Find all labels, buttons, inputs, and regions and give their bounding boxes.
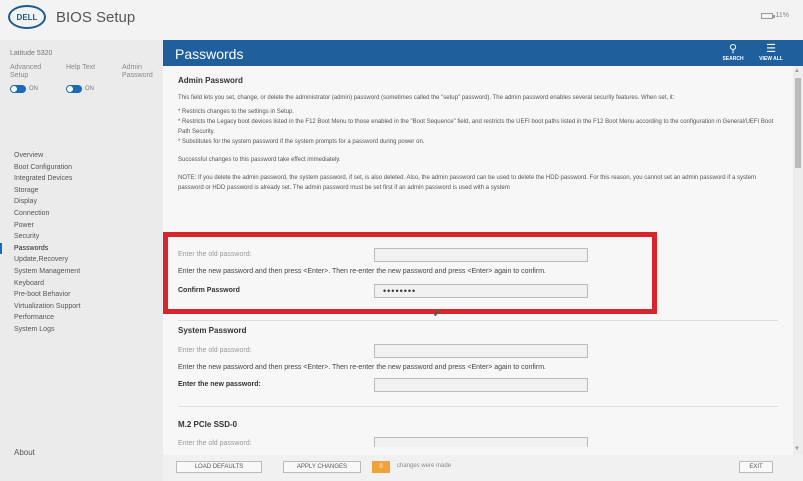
system-instruction: Enter the new password and then press <E… bbox=[178, 364, 546, 371]
sidebar-item-passwords[interactable]: Passwords bbox=[0, 242, 163, 255]
system-new-password-row: Enter the new password: bbox=[178, 378, 738, 392]
section-divider bbox=[178, 406, 778, 407]
sidebar-item-security[interactable]: Security bbox=[0, 231, 163, 243]
toggle-help-text: Help Text ON bbox=[66, 64, 108, 93]
switch-track bbox=[66, 85, 82, 93]
admin-instruction: Enter the new password and then press <E… bbox=[178, 268, 546, 275]
top-bar: DELL BIOS Setup 11% bbox=[0, 0, 803, 40]
system-old-password-input[interactable] bbox=[374, 344, 588, 358]
switch-state: ON bbox=[29, 86, 38, 92]
sidebar-item-power[interactable]: Power bbox=[0, 220, 163, 232]
toggle-label: Help Text bbox=[66, 64, 96, 71]
admin-success-text: Successful changes to this password take… bbox=[178, 157, 341, 163]
system-new-password-input[interactable] bbox=[374, 378, 588, 392]
sidebar-toggles: Advanced Setup ON Help Text ON Admin Pas… bbox=[10, 64, 164, 93]
advanced-setup-switch[interactable]: ON bbox=[10, 85, 52, 93]
switch-track bbox=[10, 85, 26, 93]
sidebar-item-storage[interactable]: Storage bbox=[0, 185, 163, 197]
toggle-label: Advanced Setup bbox=[10, 64, 42, 79]
sidebar-item-virtualization-support[interactable]: Virtualization Support bbox=[0, 301, 163, 313]
about-link[interactable]: About bbox=[14, 448, 35, 457]
admin-confirm-password-row: Confirm Password •••••••• bbox=[178, 284, 738, 298]
changes-count-badge: 0 bbox=[372, 461, 390, 473]
scroll-up-icon[interactable]: ▲ bbox=[794, 68, 800, 74]
model-name: Latitude 5320 bbox=[10, 50, 53, 57]
admin-password-title: Admin Password bbox=[178, 76, 243, 85]
system-new-password-label: Enter the new password: bbox=[178, 381, 261, 388]
battery-status: 11% bbox=[760, 12, 790, 19]
toggle-advanced-setup: Advanced Setup ON bbox=[10, 64, 52, 93]
admin-bullet: * Substitutes for the system password if… bbox=[178, 139, 425, 145]
view-all-button[interactable]: ☰ VIEW ALL bbox=[755, 40, 787, 66]
section-divider bbox=[178, 320, 778, 321]
load-defaults-button[interactable]: LOAD DEFAULTS bbox=[176, 461, 262, 473]
admin-password-section: Admin Password This field lets you set, … bbox=[178, 76, 778, 193]
mouse-cursor-icon: ⬈ bbox=[433, 308, 441, 318]
help-text-switch[interactable]: ON bbox=[66, 85, 108, 93]
sidebar-item-integrated-devices[interactable]: Integrated Devices bbox=[0, 173, 163, 185]
page-header: Passwords ⚲ SEARCH ☰ VIEW ALL bbox=[163, 40, 803, 66]
sidebar-item-keyboard[interactable]: Keyboard bbox=[0, 278, 163, 290]
ssd-old-password-label: Enter the old password: bbox=[178, 440, 252, 447]
scrollbar[interactable]: ▲ ▼ bbox=[793, 66, 803, 456]
admin-old-password-label: Enter the old password: bbox=[178, 251, 252, 258]
sidebar-item-pre-boot-behavior[interactable]: Pre-boot Behavior bbox=[0, 289, 163, 301]
main-panel: Passwords ⚲ SEARCH ☰ VIEW ALL Admin Pass… bbox=[163, 40, 803, 481]
ssd-old-password-input[interactable] bbox=[374, 437, 588, 447]
exit-button[interactable]: EXIT bbox=[739, 461, 773, 473]
system-old-password-label: Enter the old password: bbox=[178, 347, 252, 354]
admin-bullet: * Restricts changes to the settings in S… bbox=[178, 109, 295, 115]
search-label: SEARCH bbox=[722, 56, 744, 62]
system-old-password-row: Enter the old password: bbox=[178, 344, 738, 358]
search-icon: ⚲ bbox=[728, 43, 738, 55]
sidebar-item-system-management[interactable]: System Management bbox=[0, 266, 163, 278]
sidebar-item-overview[interactable]: Overview bbox=[0, 150, 163, 162]
scroll-down-icon[interactable]: ▼ bbox=[794, 446, 800, 452]
app-title: BIOS Setup bbox=[56, 9, 136, 26]
confirm-password-label: Confirm Password bbox=[178, 287, 240, 294]
toggle-admin-password: Admin Password bbox=[122, 64, 164, 93]
switch-state: ON bbox=[85, 86, 94, 92]
toggle-label: Admin Password bbox=[122, 64, 153, 79]
sidebar-item-boot-configuration[interactable]: Boot Configuration bbox=[0, 162, 163, 174]
battery-percent: 11% bbox=[775, 12, 790, 19]
sidebar-item-connection[interactable]: Connection bbox=[0, 208, 163, 220]
sidebar-item-display[interactable]: Display bbox=[0, 196, 163, 208]
admin-note-text: NOTE: If you delete the admin password, … bbox=[178, 175, 756, 191]
dell-logo: DELL bbox=[8, 5, 46, 29]
confirm-password-input[interactable]: •••••••• bbox=[374, 284, 588, 298]
sidebar-item-system-logs[interactable]: System Logs bbox=[0, 324, 163, 336]
admin-bullet: * Restricts the Legacy boot devices list… bbox=[178, 119, 774, 135]
system-password-title: System Password bbox=[178, 326, 247, 335]
view-all-icon: ☰ bbox=[766, 43, 776, 55]
search-button[interactable]: ⚲ SEARCH bbox=[717, 40, 749, 66]
admin-password-description: This field lets you set, change, or dele… bbox=[178, 95, 675, 101]
changes-status-text: changes were made bbox=[397, 463, 452, 469]
ssd-password-title: M.2 PCIe SSD-0 bbox=[178, 420, 238, 429]
admin-old-password-input[interactable] bbox=[374, 248, 588, 262]
battery-icon bbox=[760, 12, 775, 19]
sidebar-item-update-recovery[interactable]: Update,Recovery bbox=[0, 254, 163, 266]
ssd-old-password-row: Enter the old password: bbox=[178, 437, 738, 447]
admin-old-password-row: Enter the old password: bbox=[178, 248, 738, 262]
scroll-thumb[interactable] bbox=[795, 78, 801, 168]
view-all-label: VIEW ALL bbox=[759, 56, 783, 62]
sidebar: Latitude 5320 Advanced Setup ON Help Tex… bbox=[0, 40, 163, 481]
apply-changes-button[interactable]: APPLY CHANGES bbox=[283, 461, 361, 473]
sidebar-nav: Overview Boot Configuration Integrated D… bbox=[0, 150, 163, 336]
sidebar-item-performance[interactable]: Performance bbox=[0, 312, 163, 324]
bottom-bar: LOAD DEFAULTS APPLY CHANGES 0 changes we… bbox=[163, 455, 803, 481]
page-title: Passwords bbox=[175, 46, 244, 62]
